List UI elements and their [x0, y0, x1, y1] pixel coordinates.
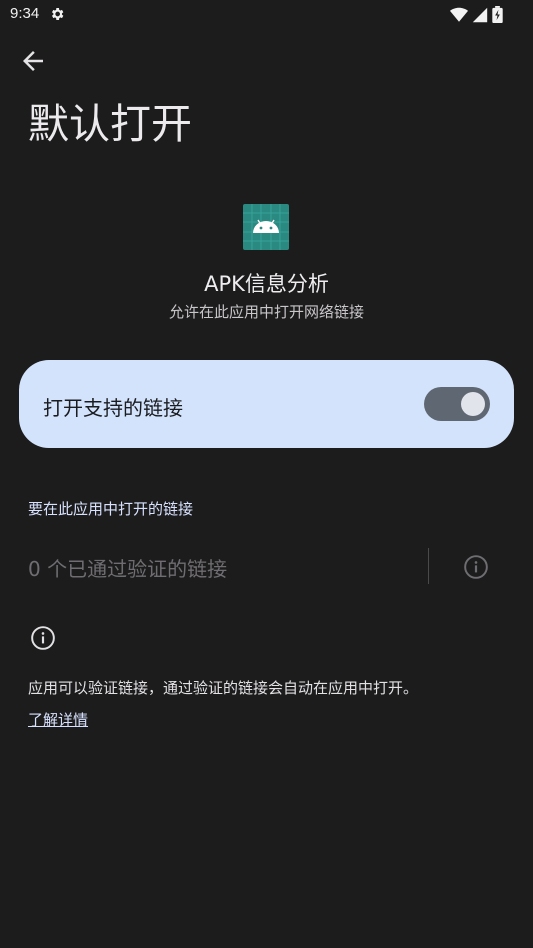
- toggle-label: 打开支持的链接: [43, 396, 183, 420]
- page-title: 默认打开: [28, 100, 192, 148]
- status-time: 9:34: [10, 5, 40, 22]
- status-icons: [450, 6, 503, 27]
- app-subtitle: 允许在此应用中打开网络链接: [168, 303, 364, 321]
- open-supported-links-toggle[interactable]: 打开支持的链接: [19, 360, 514, 448]
- info-icon: [464, 555, 488, 579]
- arrow-back-icon: [23, 51, 43, 71]
- info-icon: [30, 625, 56, 651]
- cell-signal-icon: [472, 7, 488, 27]
- toggle-switch[interactable]: [424, 387, 490, 421]
- links-section-header: 要在此应用中打开的链接: [28, 500, 194, 518]
- footer-description: 应用可以验证链接，通过验证的链接会自动在应用中打开。: [28, 679, 419, 697]
- verified-links-count: 0 个已通过验证的链接: [28, 557, 228, 581]
- toggle-thumb: [461, 392, 485, 416]
- learn-more-link[interactable]: 了解详情: [28, 709, 88, 730]
- wifi-icon: [450, 7, 468, 27]
- settings-gear-icon: [49, 6, 65, 26]
- app-android-icon: [243, 204, 289, 250]
- verified-links-info-button[interactable]: [463, 554, 489, 580]
- status-bar: 9:34: [0, 0, 533, 30]
- back-button[interactable]: [18, 46, 48, 76]
- app-name: APK信息分析: [204, 272, 329, 296]
- vertical-divider: [428, 548, 429, 584]
- battery-icon: [492, 6, 503, 27]
